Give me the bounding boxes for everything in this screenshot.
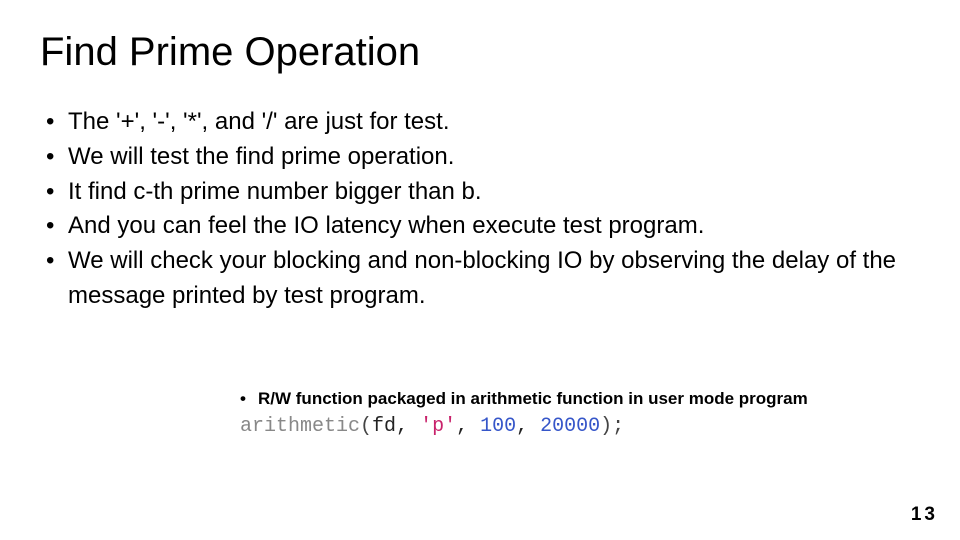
code-comma: , xyxy=(516,415,540,438)
code-arg: 'p' xyxy=(420,415,456,438)
code-comma: , xyxy=(456,415,480,438)
subnote-area: R/W function packaged in arithmetic func… xyxy=(240,389,920,438)
bullet-item: And you can feel the IO latency when exe… xyxy=(46,209,920,244)
code-arg: fd xyxy=(372,415,396,438)
bullet-item: We will test the find prime operation. xyxy=(46,140,920,175)
bullet-item: It find c-th prime number bigger than b. xyxy=(46,175,920,210)
bullet-list: The '+', '-', '*', and '/' are just for … xyxy=(46,105,920,314)
slide: Find Prime Operation The '+', '-', '*', … xyxy=(0,0,960,540)
code-function-name: arithmetic xyxy=(240,415,360,438)
code-close-paren: ); xyxy=(600,415,624,438)
code-open-paren: ( xyxy=(360,415,372,438)
bullet-item: We will check your blocking and non-bloc… xyxy=(46,244,920,314)
code-arg: 100 xyxy=(480,415,516,438)
code-arg: 20000 xyxy=(540,415,600,438)
code-sample: arithmetic(fd, 'p', 100, 20000); xyxy=(240,415,920,438)
subnote-item: R/W function packaged in arithmetic func… xyxy=(240,389,920,409)
code-comma: , xyxy=(396,415,420,438)
bullet-item: The '+', '-', '*', and '/' are just for … xyxy=(46,105,920,140)
subnote-list: R/W function packaged in arithmetic func… xyxy=(240,389,920,409)
page-number: 13 xyxy=(911,504,938,526)
slide-title: Find Prime Operation xyxy=(40,30,920,75)
